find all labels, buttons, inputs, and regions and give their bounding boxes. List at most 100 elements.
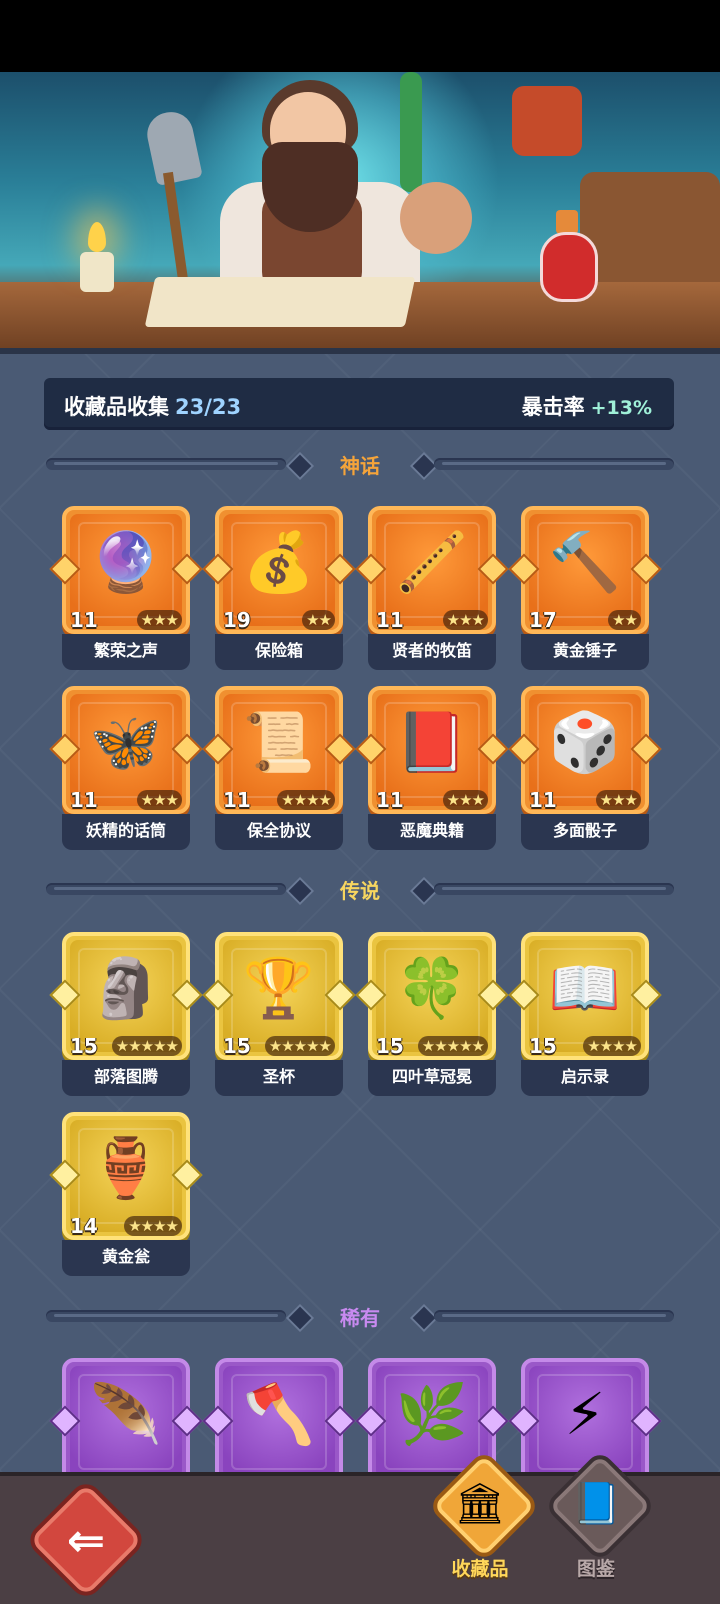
dice-icon: 🎲: [548, 708, 622, 776]
level-strip: 11 ★★★: [372, 788, 492, 812]
item-name: 黄金瓮: [62, 1240, 190, 1276]
item-level: 11: [529, 788, 557, 812]
star-rating: ★★★: [136, 790, 182, 810]
level-strip: 19 ★★: [219, 608, 339, 632]
flute-icon: 🪈: [395, 528, 469, 596]
item-level: 11: [70, 608, 98, 632]
star-rating: ★★★★: [277, 790, 335, 810]
collectible-card[interactable]: 🔨 17 ★★ 黄金锤子: [508, 506, 662, 670]
collectible-card[interactable]: 📖 15 ★★★★ 启示录: [508, 932, 662, 1096]
treasure-map: [144, 277, 416, 327]
collectible-card[interactable]: 🌿: [355, 1358, 509, 1472]
item-name: 圣杯: [215, 1060, 343, 1096]
item-level: 11: [376, 788, 404, 812]
collectible-card[interactable]: 🏺 14 ★★★★ 黄金瓮: [49, 1112, 203, 1276]
collectible-card[interactable]: 💰 19 ★★ 保险箱: [202, 506, 356, 670]
star-rating: ★★: [302, 610, 335, 630]
item-level: 15: [529, 1034, 557, 1058]
vine-icon: 🌿: [395, 1380, 469, 1448]
star-rating: ★★★: [595, 790, 641, 810]
item-level: 11: [70, 788, 98, 812]
clover-crown-icon: 🍀: [395, 954, 469, 1022]
hero-banner: [0, 72, 720, 348]
item-level: 11: [376, 608, 404, 632]
item-name: 黄金锤子: [521, 634, 649, 670]
collection-progress: 收藏品收集 23/23: [64, 391, 241, 421]
item-name: 恶魔典籍: [368, 814, 496, 850]
item-name: 贤者的牧笛: [368, 634, 496, 670]
level-strip: 15 ★★★★: [525, 1034, 645, 1058]
section-header-rare: 稀有: [46, 1300, 674, 1333]
item-level: 15: [376, 1034, 404, 1058]
candle-flame-icon: [88, 222, 106, 252]
collectible-card[interactable]: 🗿 15 ★★★★★ 部落图腾: [49, 932, 203, 1096]
potion-neck: [556, 210, 578, 234]
star-rating: ★★★: [442, 790, 488, 810]
tab-encyclopedia-label[interactable]: 图鉴: [548, 1554, 644, 1581]
crit-rate-value: +13%: [590, 397, 652, 419]
crit-rate-label: 暴击率: [521, 395, 585, 419]
star-rating: ★★★: [442, 610, 488, 630]
divider-line: [434, 458, 674, 470]
crit-bonus: 暴击率 +13%: [522, 391, 652, 421]
axe-icon: 🪓: [242, 1380, 316, 1448]
panel-top-edge: [0, 348, 720, 354]
item-level: 11: [223, 788, 251, 812]
item-name: 妖精的话筒: [62, 814, 190, 850]
collection-icon[interactable]: 🏛: [432, 1478, 528, 1530]
collection-stats-bar: 收藏品收集 23/23 暴击率 +13%: [44, 378, 674, 430]
tab-collection-label[interactable]: 收藏品: [432, 1554, 528, 1581]
candle-icon: [80, 252, 114, 292]
demon-book-icon: 📕: [395, 708, 469, 776]
feather-icon: 🪶: [89, 1380, 163, 1448]
vine-decoration: [400, 72, 422, 192]
bottom-nav-bar: ⇐ 🏛 收藏品 📘 图鉴: [0, 1449, 720, 1604]
level-strip: 11 ★★★: [372, 608, 492, 632]
star-rating: ★★: [608, 610, 641, 630]
collectible-card[interactable]: ⚡: [508, 1358, 662, 1472]
status-bar: [0, 0, 720, 72]
totem-icon: 🗿: [89, 954, 163, 1022]
tab-collection[interactable]: 🏛 收藏品: [427, 1449, 541, 1586]
collectible-card[interactable]: 🦋 11 ★★★ 妖精的话筒: [49, 686, 203, 850]
book-icon[interactable]: 📘: [548, 1478, 644, 1530]
collectible-card[interactable]: 📕 11 ★★★ 恶魔典籍: [355, 686, 509, 850]
contract-scroll-icon: 📜: [242, 708, 316, 776]
section-header-mythic: 神话: [46, 448, 674, 481]
item-name: 启示录: [521, 1060, 649, 1096]
level-strip: 11 ★★★: [525, 788, 645, 812]
collection-label: 收藏品收集: [64, 395, 169, 419]
fairy-microphone-icon: 🦋: [89, 708, 163, 776]
divider-line: [434, 883, 674, 895]
item-level: 17: [529, 608, 557, 632]
potion-icon: [540, 232, 598, 302]
level-strip: 17 ★★: [525, 608, 645, 632]
star-rating: ★★★★: [583, 1036, 641, 1056]
dwarf-fist: [400, 182, 472, 254]
tab-encyclopedia[interactable]: 📘 图鉴: [543, 1449, 657, 1586]
collectible-card[interactable]: 🪈 11 ★★★ 贤者的牧笛: [355, 506, 509, 670]
back-arrow-icon[interactable]: ⇐: [42, 1500, 130, 1580]
star-rating: ★★★★: [124, 1216, 182, 1236]
collectible-card[interactable]: 🔮 11 ★★★ 繁荣之声: [49, 506, 203, 670]
section-header-legendary: 传说: [46, 873, 674, 906]
collectible-card[interactable]: 🪓: [202, 1358, 356, 1472]
blue-spirit-icon: 🔮: [89, 528, 163, 596]
item-name: 部落图腾: [62, 1060, 190, 1096]
item-name: 保全协议: [215, 814, 343, 850]
collectible-card[interactable]: 🎲 11 ★★★ 多面骰子: [508, 686, 662, 850]
treasure-chest-icon: 💰: [242, 528, 316, 596]
golden-urn-icon: 🏺: [89, 1134, 163, 1202]
divider-line: [434, 1310, 674, 1322]
collection-panel[interactable]: 收藏品收集 23/23 暴击率 +13% 神话 🔮 11 ★★★ 繁荣之声 💰 19 ★★ 保险箱…: [0, 348, 720, 1472]
collectible-card[interactable]: 🍀 15 ★★★★★ 四叶草冠冕: [355, 932, 509, 1096]
open-book-icon: 📖: [548, 954, 622, 1022]
collectible-card[interactable]: 📜 11 ★★★★ 保全协议: [202, 686, 356, 850]
collectible-card[interactable]: 🪶: [49, 1358, 203, 1472]
collectible-card[interactable]: 🏆 15 ★★★★★ 圣杯: [202, 932, 356, 1096]
collection-count: 23/23: [175, 395, 242, 419]
star-rating: ★★★★★: [417, 1036, 488, 1056]
level-strip: 15 ★★★★★: [66, 1034, 186, 1058]
level-strip: 14 ★★★★: [66, 1214, 186, 1238]
item-name: 多面骰子: [521, 814, 649, 850]
